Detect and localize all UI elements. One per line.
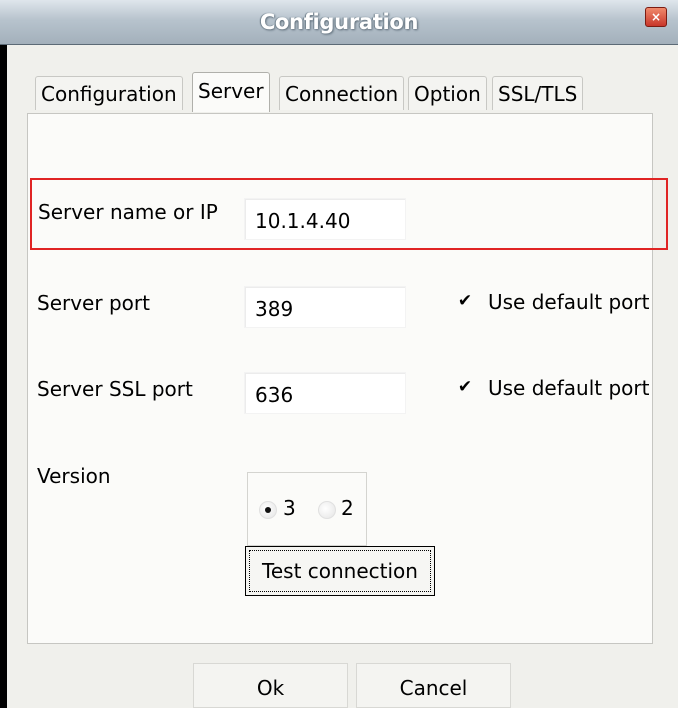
use-default-ssl-port-label: Use default port [488,376,650,400]
test-connection-button[interactable]: Test connection [245,546,435,596]
title-bar[interactable]: Configuration × [0,0,678,45]
checkmark-icon: ✔ [457,291,473,311]
server-ssl-port-label: Server SSL port [37,377,193,401]
close-icon: × [650,10,662,24]
use-default-port-checkbox[interactable]: ✔ [456,292,474,310]
use-default-ssl-port-checkbox[interactable]: ✔ [456,378,474,396]
test-connection-label: Test connection [249,550,431,592]
tab-configuration[interactable]: Configuration [35,76,183,110]
server-port-input[interactable]: 389 [244,286,406,328]
tab-ssl-tls[interactable]: SSL/TLS [492,76,584,110]
version-3-radio[interactable] [259,501,277,519]
tab-option[interactable]: Option [408,76,487,110]
version-2-radio[interactable] [318,501,336,519]
ok-button[interactable]: Ok [193,663,348,708]
cancel-button[interactable]: Cancel [356,663,511,708]
highlight-box [30,178,668,250]
checkmark-icon: ✔ [457,377,473,397]
server-ssl-port-input[interactable]: 636 [244,372,406,414]
version-radio-group: 3 2 [247,472,367,546]
tab-connection[interactable]: Connection [279,76,405,110]
version-label: Version [37,464,111,488]
window-title: Configuration [259,10,419,34]
tab-server[interactable]: Server [192,72,270,112]
configuration-window: Configuration × Configuration Server Con… [0,0,678,708]
close-button[interactable]: × [645,7,667,27]
server-port-label: Server port [37,291,150,315]
version-3-label: 3 [283,496,296,520]
use-default-port-label: Use default port [488,290,650,314]
version-2-label: 2 [341,496,354,520]
radio-selected-dot [265,507,271,513]
